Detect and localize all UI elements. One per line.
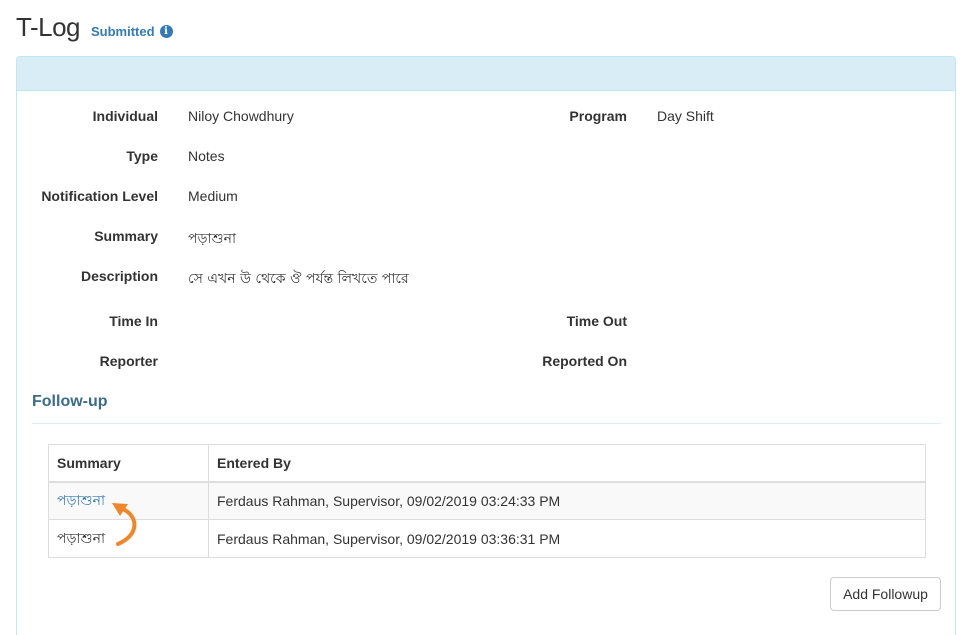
column-header-summary: Summary	[48, 444, 209, 483]
table-cell-entered-by: Ferdaus Rahman, Supervisor, 09/02/2019 0…	[208, 481, 926, 520]
time-in-label: Time In	[109, 313, 158, 329]
info-circle-icon[interactable]: i	[159, 25, 173, 38]
page-title: T-Log	[16, 12, 81, 42]
individual-value: Niloy Chowdhury	[188, 108, 294, 124]
followup-summary-link[interactable]: পড়াশুনা	[57, 493, 105, 509]
summary-label: Summary	[94, 228, 158, 244]
column-header-entered-by: Entered By	[208, 444, 926, 483]
table-header-row: Summary Entered By	[48, 444, 926, 483]
table-row: পড়াশুনা Ferdaus Rahman, Supervisor, 09/…	[48, 481, 926, 520]
followup-table: Summary Entered By পড়াশুনা Ferdaus Rahm…	[48, 444, 926, 558]
followup-section-title: Follow-up	[32, 393, 108, 410]
notification-level-value: Medium	[188, 188, 238, 204]
status-badge: Submitted i	[91, 24, 173, 39]
reported-on-label: Reported On	[542, 353, 627, 369]
type-label: Type	[126, 148, 158, 164]
panel-heading	[17, 57, 955, 91]
add-followup-button[interactable]: Add Followup	[830, 577, 941, 611]
time-out-label: Time Out	[566, 313, 627, 329]
description-label: Description	[80, 268, 158, 284]
tlog-panel: Individual Niloy Chowdhury Program Day S…	[16, 56, 956, 635]
annotation-arrow-icon	[112, 503, 137, 546]
program-label: Program	[569, 108, 627, 124]
status-label: Submitted	[91, 24, 155, 39]
table-cell-entered-by: Ferdaus Rahman, Supervisor, 09/02/2019 0…	[208, 519, 926, 558]
type-value: Notes	[188, 148, 225, 164]
page-header: T-Log Submitted i	[16, 12, 173, 43]
individual-label: Individual	[92, 108, 158, 124]
notification-level-label: Notification Level	[41, 188, 158, 204]
section-divider	[32, 423, 941, 424]
reporter-label: Reporter	[99, 353, 158, 369]
description-value: সে এখন উ থেকে ঔ পর্যন্ত লিখতে পারে	[188, 271, 409, 287]
summary-value: পড়াশুনা	[188, 231, 237, 247]
table-row: পড়াশুনা Ferdaus Rahman, Supervisor, 09/…	[48, 519, 926, 558]
program-value: Day Shift	[657, 108, 714, 124]
